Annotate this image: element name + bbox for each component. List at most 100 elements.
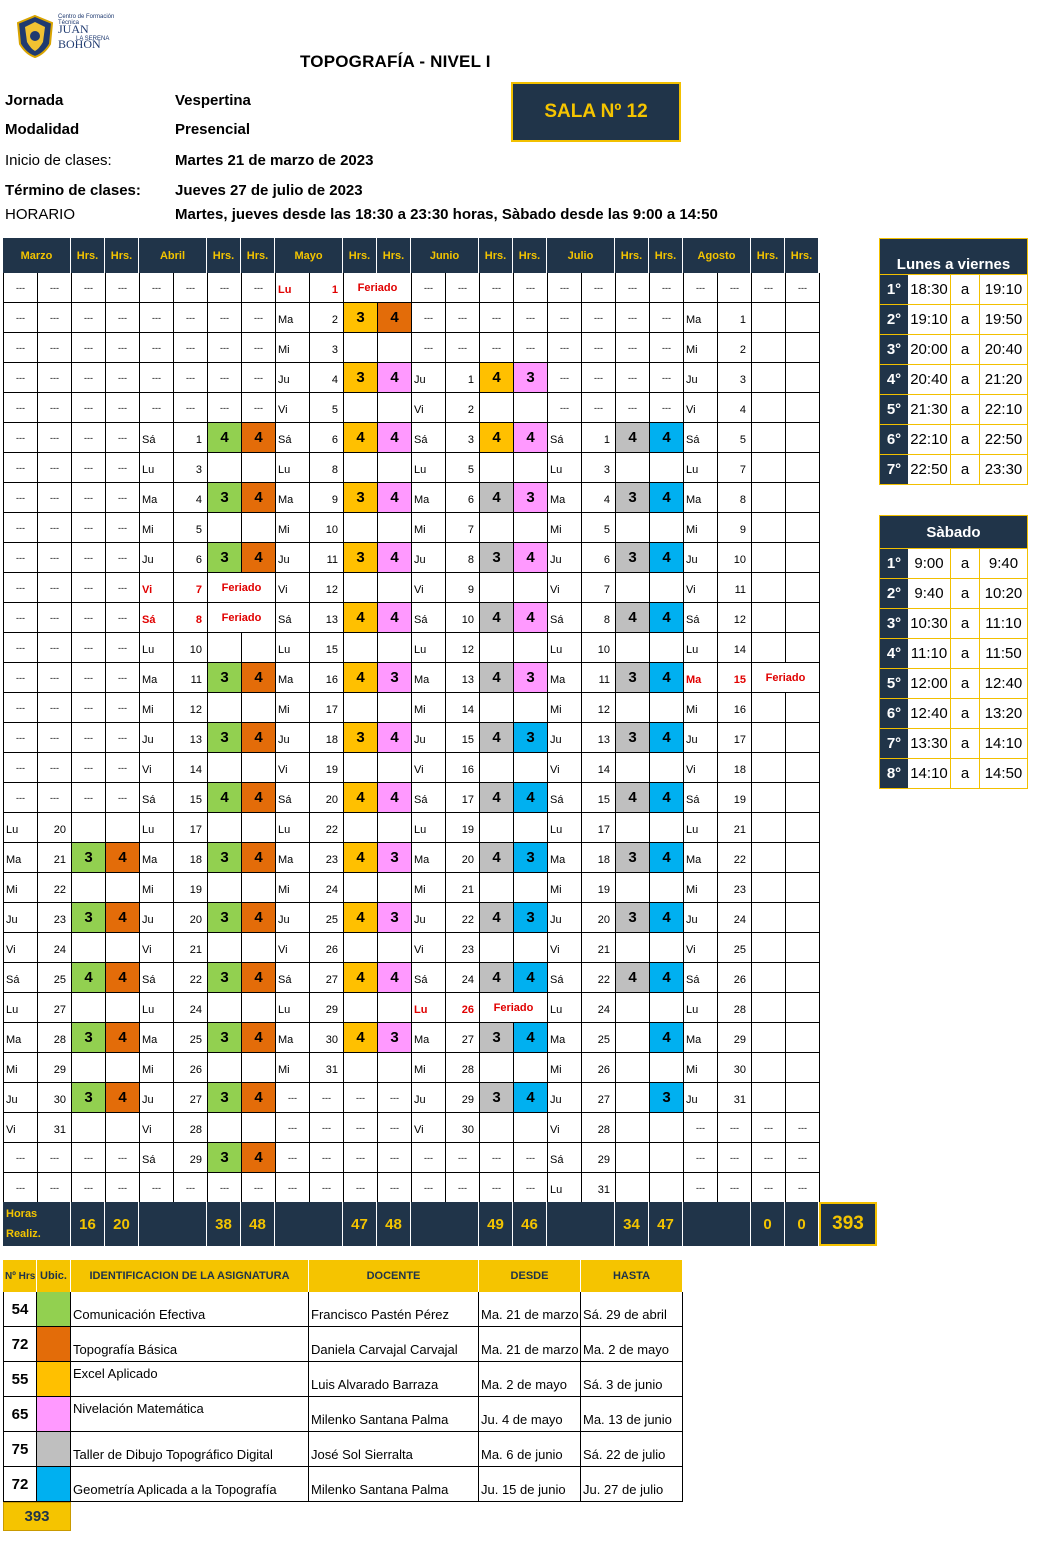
weekday-cell: Mi xyxy=(684,333,718,363)
weekday-cell: Ma xyxy=(276,843,310,873)
weekday-cell: Ju xyxy=(548,543,582,573)
class-hours-cell xyxy=(208,753,242,783)
subject-teacher: Milenko Santana Palma xyxy=(309,1467,479,1502)
weekday-cell: Ma xyxy=(140,843,174,873)
empty-cell: --- xyxy=(208,363,242,393)
class-hours-cell: 4 xyxy=(242,843,276,873)
weekday-cell: Lu xyxy=(412,813,446,843)
subject-name: Nivelación Matemática xyxy=(71,1397,309,1432)
class-hours-cell xyxy=(752,963,786,993)
weekday-cell: Vi xyxy=(684,393,718,423)
block-index: 8° xyxy=(880,759,908,788)
weekday-cell: Mi xyxy=(684,513,718,543)
separator: a xyxy=(951,365,980,394)
class-hours-cell xyxy=(480,633,514,663)
date-cell: 7 xyxy=(718,453,752,483)
empty-cell: --- xyxy=(38,693,72,723)
empty-cell: --- xyxy=(412,333,446,363)
subject-hours: 75 xyxy=(3,1432,37,1467)
class-hours-cell xyxy=(344,813,378,843)
class-hours-cell xyxy=(344,693,378,723)
class-hours-cell: 3 xyxy=(344,543,378,573)
weekday-cell: Ju xyxy=(412,1083,446,1113)
date-cell: 2 xyxy=(446,393,480,423)
totals-label-line2: Realiz. xyxy=(6,1228,41,1240)
empty-cell: --- xyxy=(38,753,72,783)
subject-name: Geometría Aplicada a la Topografía xyxy=(71,1467,309,1502)
empty-cell: --- xyxy=(38,423,72,453)
weekday-cell: Lu xyxy=(140,813,174,843)
date-cell: 24 xyxy=(582,993,616,1023)
weekday-cell: Lu xyxy=(276,633,310,663)
subject-color-swatch xyxy=(37,1292,71,1327)
date-cell: 15 xyxy=(446,723,480,753)
class-hours-cell xyxy=(106,813,140,843)
class-hours-cell: 4 xyxy=(514,603,548,633)
class-hours-cell: 4 xyxy=(344,423,378,453)
empty-cell: --- xyxy=(38,273,72,303)
class-hours-cell xyxy=(208,513,242,543)
month-hours-total: 48 xyxy=(377,1202,411,1246)
date-cell: 8 xyxy=(718,483,752,513)
month-hours-total: 48 xyxy=(241,1202,275,1246)
class-hours-cell xyxy=(480,753,514,783)
subject-end: Ma. 2 de mayo xyxy=(581,1327,683,1362)
hours-header: Hrs. xyxy=(241,238,275,273)
empty-cell: --- xyxy=(72,663,106,693)
class-hours-cell xyxy=(650,753,684,783)
empty-cell: --- xyxy=(106,573,140,603)
weekday-cell: Ju xyxy=(412,723,446,753)
weekday-cell: Lu xyxy=(684,813,718,843)
weekday-cell: Vi xyxy=(412,573,446,603)
empty-cell: --- xyxy=(106,783,140,813)
class-hours-cell: 4 xyxy=(106,903,140,933)
class-hours-cell xyxy=(752,603,786,633)
weekday-cell: Vi xyxy=(140,753,174,783)
date-cell: 3 xyxy=(582,453,616,483)
date-cell: 11 xyxy=(582,663,616,693)
date-cell: 4 xyxy=(174,483,208,513)
class-hours-cell: 3 xyxy=(378,843,412,873)
end-time: 23:30 xyxy=(984,461,1023,478)
empty-cell: --- xyxy=(72,1143,106,1173)
subject-hours: 54 xyxy=(3,1292,37,1327)
class-hours-cell: 4 xyxy=(208,783,242,813)
weekday-cell: Sá xyxy=(412,783,446,813)
separator: a xyxy=(951,729,980,758)
totals-spacer xyxy=(411,1202,479,1246)
empty-cell: --- xyxy=(752,273,786,303)
empty-cell: --- xyxy=(480,273,514,303)
subject-end: Sá. 29 de abril xyxy=(581,1292,683,1327)
saturday-schedule-table: Sàbado 1° 9:00 a 9:40 2° 9:40 a 10:20 3° 10:30 a 11… xyxy=(879,515,1028,789)
hours-header: Hrs. xyxy=(377,238,411,273)
empty-cell: --- xyxy=(72,603,106,633)
class-hours-cell: 4 xyxy=(242,663,276,693)
empty-cell: --- xyxy=(786,1113,820,1143)
class-hours-cell xyxy=(514,393,548,423)
class-hours-cell xyxy=(786,633,820,663)
class-hours-cell: 3 xyxy=(208,1143,242,1173)
schedule-row: 8° 14:10 a 14:50 xyxy=(880,758,1027,788)
holiday-label: Feriado xyxy=(208,573,276,603)
class-hours-cell: 4 xyxy=(480,903,514,933)
class-hours-cell xyxy=(786,573,820,603)
class-hours-cell xyxy=(242,873,276,903)
empty-cell: --- xyxy=(4,723,38,753)
totals-label-line1: Horas xyxy=(6,1208,38,1220)
class-hours-cell: 4 xyxy=(378,543,412,573)
empty-cell: --- xyxy=(650,273,684,303)
date-cell: 12 xyxy=(446,633,480,663)
class-hours-cell: 4 xyxy=(616,963,650,993)
empty-cell: --- xyxy=(514,333,548,363)
info-value: Jueves 27 de julio de 2023 xyxy=(175,182,363,199)
subject-hours: 55 xyxy=(3,1362,37,1397)
empty-cell: --- xyxy=(38,1173,72,1203)
class-hours-cell: 4 xyxy=(378,783,412,813)
separator: a xyxy=(951,759,980,788)
class-hours-cell xyxy=(786,1023,820,1053)
class-hours-cell xyxy=(242,993,276,1023)
empty-cell: --- xyxy=(208,333,242,363)
weekday-cell: Ju xyxy=(276,543,310,573)
weekday-cell: Ma xyxy=(140,1023,174,1053)
month-header: Agosto xyxy=(683,238,751,273)
